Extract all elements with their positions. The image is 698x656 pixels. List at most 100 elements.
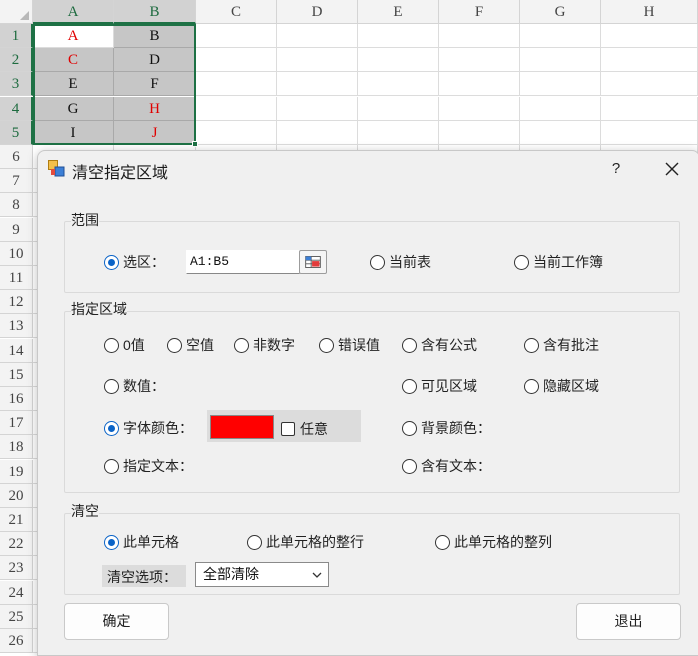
row-header-4[interactable]: 4: [0, 96, 33, 121]
area-visible-radio[interactable]: 可见区域: [402, 376, 477, 396]
cell-g5[interactable]: [520, 120, 601, 145]
cell-h4[interactable]: [601, 96, 698, 121]
cell-c3[interactable]: [196, 72, 277, 97]
area-empty-radio[interactable]: 空值: [167, 335, 214, 355]
cell-c1[interactable]: [196, 24, 277, 48]
area-contains-text-radio[interactable]: 含有文本：: [402, 456, 491, 476]
clear-row-radio[interactable]: 此单元格的整行: [247, 532, 364, 552]
cell-h2[interactable]: [601, 48, 698, 73]
cell-g2[interactable]: [520, 48, 601, 73]
cell-b1[interactable]: B: [114, 24, 196, 48]
cell-d3[interactable]: [277, 72, 358, 97]
row-header-2[interactable]: 2: [0, 48, 33, 73]
column-header-c[interactable]: C: [196, 0, 277, 24]
area-comment-radio[interactable]: 含有批注: [524, 335, 599, 355]
cell-h5[interactable]: [601, 120, 698, 145]
row-header-22[interactable]: 22: [0, 532, 33, 557]
row-header-18[interactable]: 18: [0, 435, 33, 460]
clear-option-select[interactable]: 全部清除: [195, 562, 329, 587]
close-icon[interactable]: [658, 155, 686, 183]
row-header-17[interactable]: 17: [0, 411, 33, 436]
row-header-14[interactable]: 14: [0, 338, 33, 363]
area-font-color-radio[interactable]: 字体颜色：: [104, 418, 193, 438]
ok-button[interactable]: 确定: [64, 603, 169, 640]
row-header-8[interactable]: 8: [0, 193, 33, 218]
cell-e1[interactable]: [358, 24, 439, 48]
row-header-13[interactable]: 13: [0, 314, 33, 339]
cell-b5[interactable]: J: [114, 120, 196, 145]
row-header-12[interactable]: 12: [0, 290, 33, 315]
column-header-a[interactable]: A: [33, 0, 114, 24]
column-header-g[interactable]: G: [520, 0, 601, 24]
row-header-24[interactable]: 24: [0, 580, 33, 605]
range-current-sheet-radio[interactable]: 当前表: [370, 252, 431, 272]
cell-e4[interactable]: [358, 96, 439, 121]
cell-c5[interactable]: [196, 120, 277, 145]
cell-a1[interactable]: A: [33, 24, 114, 48]
cell-f3[interactable]: [439, 72, 520, 97]
row-header-19[interactable]: 19: [0, 459, 33, 484]
select-all-corner[interactable]: [0, 0, 33, 24]
area-hidden-radio[interactable]: 隐藏区域: [524, 376, 599, 396]
area-bg-color-radio[interactable]: 背景颜色：: [402, 418, 491, 438]
cell-d1[interactable]: [277, 24, 358, 48]
row-header-16[interactable]: 16: [0, 387, 33, 411]
area-text-radio[interactable]: 指定文本：: [104, 456, 193, 476]
font-color-swatch[interactable]: [210, 415, 274, 439]
row-header-25[interactable]: 25: [0, 604, 33, 629]
range-input[interactable]: A1:B5: [186, 250, 300, 274]
column-header-f[interactable]: F: [439, 0, 520, 24]
cell-f1[interactable]: [439, 24, 520, 48]
row-header-6[interactable]: 6: [0, 145, 33, 169]
row-header-9[interactable]: 9: [0, 217, 33, 242]
area-error-radio[interactable]: 错误值: [319, 335, 380, 355]
help-button[interactable]: ?: [604, 157, 628, 181]
row-header-3[interactable]: 3: [0, 72, 33, 97]
cell-b4[interactable]: H: [114, 96, 196, 121]
row-header-20[interactable]: 20: [0, 483, 33, 508]
row-header-7[interactable]: 7: [0, 169, 33, 194]
cell-d4[interactable]: [277, 96, 358, 121]
cell-g4[interactable]: [520, 96, 601, 121]
cell-a2[interactable]: C: [33, 48, 114, 73]
cell-h3[interactable]: [601, 72, 698, 97]
row-header-26[interactable]: 26: [0, 629, 33, 653]
cell-e2[interactable]: [358, 48, 439, 73]
column-header-d[interactable]: D: [277, 0, 358, 24]
row-header-10[interactable]: 10: [0, 241, 33, 266]
row-header-23[interactable]: 23: [0, 556, 33, 581]
cell-e3[interactable]: [358, 72, 439, 97]
dialog-titlebar[interactable]: 清空指定区域 ?: [38, 151, 698, 187]
row-header-11[interactable]: 11: [0, 266, 33, 290]
cell-e5[interactable]: [358, 120, 439, 145]
row-header-15[interactable]: 15: [0, 362, 33, 387]
column-header-e[interactable]: E: [358, 0, 439, 24]
cell-f4[interactable]: [439, 96, 520, 121]
range-picker-icon[interactable]: [299, 250, 327, 274]
cell-d2[interactable]: [277, 48, 358, 73]
row-header-21[interactable]: 21: [0, 508, 33, 532]
area-zero-radio[interactable]: 0值: [104, 335, 145, 355]
column-header-b[interactable]: B: [114, 0, 196, 24]
cell-d5[interactable]: [277, 120, 358, 145]
fill-handle[interactable]: [192, 141, 198, 147]
row-header-1[interactable]: 1: [0, 24, 33, 48]
cell-a4[interactable]: G: [33, 96, 114, 121]
cell-a3[interactable]: E: [33, 72, 114, 97]
cell-h1[interactable]: [601, 24, 698, 48]
range-current-workbook-radio[interactable]: 当前工作簿: [514, 252, 603, 272]
column-header-h[interactable]: H: [601, 0, 698, 24]
cell-f5[interactable]: [439, 120, 520, 145]
cell-f2[interactable]: [439, 48, 520, 73]
area-non-numeric-radio[interactable]: 非数字: [234, 335, 295, 355]
cell-g3[interactable]: [520, 72, 601, 97]
area-number-radio[interactable]: 数值：: [104, 376, 165, 396]
cell-a5[interactable]: I: [33, 120, 114, 145]
area-formula-radio[interactable]: 含有公式: [402, 335, 477, 355]
clear-column-radio[interactable]: 此单元格的整列: [435, 532, 552, 552]
any-color-checkbox[interactable]: 任意: [281, 419, 328, 439]
exit-button[interactable]: 退出: [576, 603, 681, 640]
cell-g1[interactable]: [520, 24, 601, 48]
range-selection-radio[interactable]: 选区：: [104, 252, 165, 272]
cell-c4[interactable]: [196, 96, 277, 121]
